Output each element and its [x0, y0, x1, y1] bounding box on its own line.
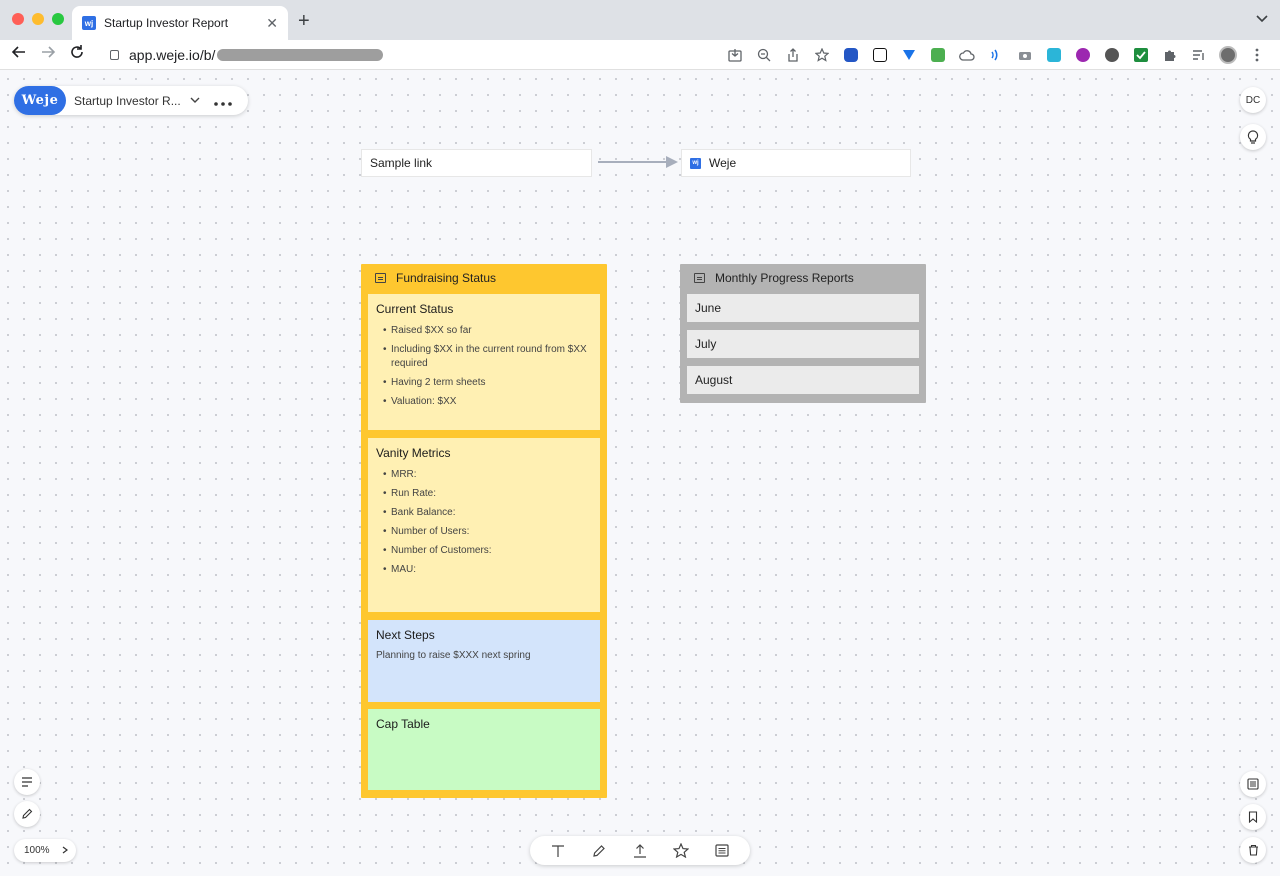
- more-options-icon[interactable]: [214, 93, 232, 109]
- monthly-progress-board[interactable]: Monthly Progress Reports June July Augus…: [680, 264, 926, 403]
- list-item: Run Rate:: [376, 487, 592, 501]
- bookmark-star-icon[interactable]: [807, 45, 836, 65]
- vanity-metrics-card[interactable]: Vanity Metrics MRR: Run Rate: Bank Balan…: [368, 438, 600, 612]
- list-item: Having 2 term sheets: [376, 376, 592, 390]
- forward-arrow-icon[interactable]: [37, 44, 59, 65]
- connector-arrow[interactable]: [596, 154, 680, 170]
- card-title: Vanity Metrics: [376, 446, 451, 460]
- list-item: Bank Balance:: [376, 506, 592, 520]
- report-card-august[interactable]: August: [687, 366, 919, 394]
- user-avatar[interactable]: DC: [1240, 87, 1266, 113]
- sample-link-label: Sample link: [370, 156, 433, 170]
- report-card-july[interactable]: July: [687, 330, 919, 358]
- url-text: app.weje.io/b/: [129, 47, 216, 63]
- tab-title: Startup Investor Report: [104, 16, 229, 30]
- app-header: Weje Startup Investor R...: [14, 86, 248, 115]
- fundraising-status-board[interactable]: Fundraising Status Current Status Raised…: [361, 264, 607, 798]
- lightbulb-icon[interactable]: [1240, 124, 1266, 150]
- minimize-window-button[interactable]: [32, 13, 44, 25]
- new-tab-button[interactable]: +: [298, 10, 310, 33]
- card-text: Planning to raise $XXX next spring: [376, 650, 531, 661]
- board-title: Monthly Progress Reports: [715, 271, 854, 285]
- notion-icon[interactable]: [865, 45, 894, 65]
- board-header[interactable]: Fundraising Status: [361, 264, 607, 292]
- weje-link-card[interactable]: wj Weje: [681, 149, 911, 177]
- cap-table-card[interactable]: Cap Table: [368, 709, 600, 790]
- weje-favicon-icon: wj: [690, 157, 701, 169]
- next-steps-card[interactable]: Next Steps Planning to raise $XXX next s…: [368, 620, 600, 702]
- list-item: Number of Users:: [376, 525, 592, 539]
- share-icon[interactable]: [778, 45, 807, 65]
- list-item: Number of Customers:: [376, 544, 592, 558]
- boards-panel-icon[interactable]: [1240, 771, 1266, 797]
- tab-list-chevron-icon[interactable]: [1256, 12, 1268, 26]
- tab-close-icon[interactable]: ✕: [266, 15, 278, 32]
- bullet-list: Raised $XX so far Including $XX in the c…: [376, 324, 592, 409]
- vue-extension-icon[interactable]: [894, 45, 923, 65]
- card-title: Cap Table: [376, 717, 430, 731]
- list-item: MRR:: [376, 468, 592, 482]
- reading-list-icon[interactable]: [1184, 45, 1213, 65]
- zoom-level: 100%: [24, 845, 50, 856]
- browser-tab[interactable]: wj Startup Investor Report ✕: [72, 6, 288, 40]
- list-menu-icon[interactable]: [14, 769, 40, 795]
- back-arrow-icon[interactable]: [8, 44, 30, 65]
- reload-icon[interactable]: [66, 44, 88, 65]
- pen-tool-icon[interactable]: [588, 841, 610, 861]
- cloud-icon[interactable]: [952, 45, 981, 65]
- chevron-right-icon[interactable]: [62, 846, 68, 856]
- report-card-june[interactable]: June: [687, 294, 919, 322]
- upload-icon[interactable]: [629, 841, 651, 861]
- board-header[interactable]: Monthly Progress Reports: [680, 264, 926, 292]
- teal-extension-icon[interactable]: [1039, 45, 1068, 65]
- extension-toolbar: [720, 45, 1271, 65]
- green-extension-icon[interactable]: [923, 45, 952, 65]
- board-canvas[interactable]: Weje Startup Investor R... DC Sample lin…: [0, 71, 1280, 876]
- checkmark-extension-icon[interactable]: [1126, 45, 1155, 65]
- bottom-toolbar: [530, 836, 750, 865]
- wifi-extension-icon[interactable]: [981, 45, 1010, 65]
- star-tool-icon[interactable]: [670, 841, 692, 861]
- browser-menu-icon[interactable]: [1242, 45, 1271, 65]
- card-title: Current Status: [376, 302, 454, 316]
- card-title: Next Steps: [376, 628, 435, 642]
- sample-link-card[interactable]: Sample link: [361, 149, 592, 177]
- board-icon: [694, 273, 705, 283]
- board-title[interactable]: Startup Investor R...: [74, 94, 184, 108]
- profile-avatar[interactable]: [1213, 45, 1242, 65]
- globe-extension-icon[interactable]: [1097, 45, 1126, 65]
- trash-icon[interactable]: [1240, 837, 1266, 863]
- pencil-icon[interactable]: [14, 801, 40, 827]
- weje-favicon-icon: wj: [82, 16, 96, 30]
- list-item: MAU:: [376, 563, 592, 577]
- install-icon[interactable]: [720, 45, 749, 65]
- board-title: Fundraising Status: [396, 271, 497, 285]
- weje-link-label: Weje: [709, 156, 737, 170]
- extension-blue-icon[interactable]: [836, 45, 865, 65]
- list-item: Raised $XX so far: [376, 324, 592, 338]
- list-item: Including $XX in the current round from …: [376, 343, 592, 371]
- weje-logo[interactable]: Weje: [14, 86, 66, 115]
- url-redacted: [217, 49, 384, 61]
- board-tool-icon[interactable]: [711, 841, 733, 861]
- puzzle-extensions-icon[interactable]: [1155, 45, 1184, 65]
- bullet-list: MRR: Run Rate: Bank Balance: Number of U…: [376, 468, 592, 577]
- close-window-button[interactable]: [12, 13, 24, 25]
- zoom-control[interactable]: 100%: [14, 839, 76, 862]
- bookmark-icon[interactable]: [1240, 804, 1266, 830]
- purple-extension-icon[interactable]: [1068, 45, 1097, 65]
- chevron-down-icon[interactable]: [190, 95, 200, 106]
- lock-icon: [110, 50, 119, 60]
- maximize-window-button[interactable]: [52, 13, 64, 25]
- zoom-icon[interactable]: [749, 45, 778, 65]
- browser-tabbar: wj Startup Investor Report ✕ +: [0, 0, 1280, 40]
- text-tool-icon[interactable]: [547, 841, 569, 861]
- list-item: Valuation: $XX: [376, 395, 592, 409]
- browser-toolbar: app.weje.io/b/: [0, 40, 1280, 70]
- camera-icon[interactable]: [1010, 45, 1039, 65]
- board-icon: [375, 273, 386, 283]
- current-status-card[interactable]: Current Status Raised $XX so far Includi…: [368, 294, 600, 430]
